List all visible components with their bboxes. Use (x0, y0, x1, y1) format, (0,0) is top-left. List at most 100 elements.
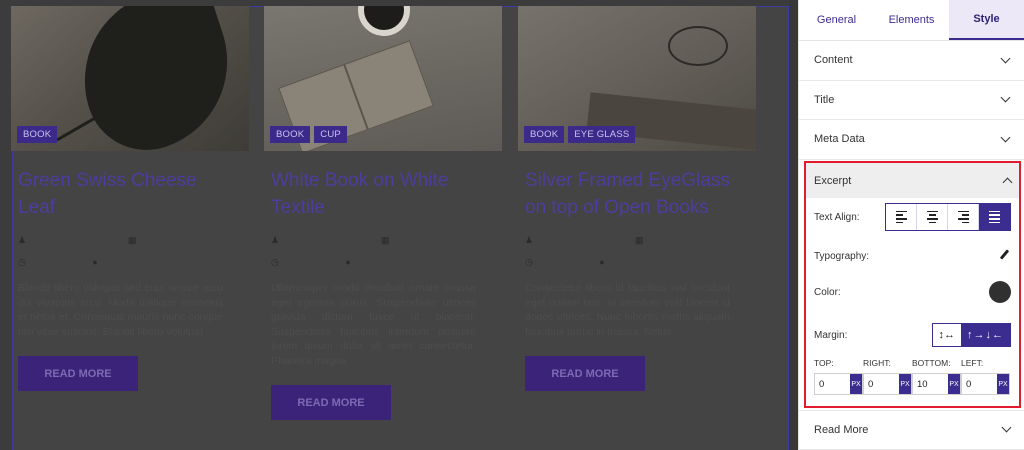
color-swatch[interactable] (989, 281, 1011, 303)
section-label: Meta Data (814, 133, 865, 146)
margin-label: Margin: (814, 329, 848, 341)
post-date: MAR 5, 2021 (142, 234, 198, 246)
clock-icon: ◷ (18, 256, 26, 267)
section-title[interactable]: Title (799, 81, 1024, 120)
post-meta-secondary: ◷ 1 MIN READ ● 0 (525, 255, 756, 269)
section-label: Excerpt (814, 174, 852, 187)
margin-row: Margin: ↕↔ ↑→↓← (806, 323, 1019, 347)
margin-bottom-input[interactable]: 10 PX (912, 373, 961, 395)
section-label: Read More (814, 423, 869, 436)
margin-left-input[interactable]: 0 PX (961, 373, 1010, 395)
post-meta: ♟ CHARLESCORMIER ▦ MAR 5, 2021 (271, 233, 502, 247)
text-align-label: Text Align: (814, 211, 860, 223)
left-label: LEFT: (961, 358, 984, 368)
excerpt-header[interactable]: Excerpt (806, 163, 1019, 198)
tag-badge[interactable]: BOOK (524, 126, 565, 143)
post-title[interactable]: Silver Framed EyeGlass on top of Open Bo… (525, 167, 740, 221)
align-center-button[interactable] (917, 204, 948, 230)
post-image[interactable]: BOOK EYE GLASS (518, 6, 756, 151)
section-label: Content (814, 54, 853, 67)
align-right-icon (957, 210, 969, 224)
post-meta: ♟ CHARLESCORMIER ▦ MAR 5, 2021 (18, 233, 249, 247)
section-content[interactable]: Content (799, 41, 1024, 81)
tag-badge[interactable]: CUP (314, 126, 347, 143)
post-card[interactable]: BOOK CUP White Book on White Textile ♟ C… (264, 6, 502, 420)
margin-bottom-value[interactable]: 10 (913, 374, 948, 394)
user-icon: ♟ (525, 234, 534, 245)
post-title[interactable]: White Book on White Textile (271, 167, 486, 221)
section-meta-data[interactable]: Meta Data (799, 120, 1024, 160)
margin-inputs: 0 PX 0 PX 10 PX 0 PX (806, 373, 1019, 395)
post-date: MAR 5, 2021 (395, 234, 451, 246)
unit-label[interactable]: PX (948, 374, 960, 394)
cup-shape (358, 6, 410, 36)
calendar-icon: ▦ (380, 234, 390, 245)
tag-badge[interactable]: BOOK (17, 126, 58, 143)
right-label: RIGHT: (863, 358, 891, 368)
margin-left-value[interactable]: 0 (962, 374, 997, 394)
glasses-shape (668, 26, 728, 66)
post-title[interactable]: Green Swiss Cheese Leaf (18, 167, 233, 221)
text-align-row: Text Align: (806, 203, 1019, 231)
post-card[interactable]: BOOK Green Swiss Cheese Leaf ♟ CHARLESCO… (11, 6, 249, 391)
post-meta-secondary: ◷ 1 MIN READ ● 0 (18, 255, 249, 269)
tab-elements[interactable]: Elements (874, 0, 949, 40)
unit-label[interactable]: PX (850, 374, 862, 394)
align-left-icon (895, 210, 907, 224)
tag-list: BOOK CUP (270, 126, 347, 143)
margin-top-value[interactable]: 0 (815, 374, 850, 394)
tag-list: BOOK (17, 126, 58, 143)
read-time: 1 MIN READ (31, 256, 87, 268)
post-date: MAR 5, 2021 (649, 234, 705, 246)
read-time: 1 MIN READ (284, 256, 340, 268)
comment-count: 0 (610, 256, 616, 268)
tab-style[interactable]: Style (949, 0, 1024, 40)
unit-label[interactable]: PX (899, 374, 911, 394)
read-more-button[interactable]: READ MORE (271, 385, 391, 420)
post-meta-secondary: ◷ 1 MIN READ ● 0 (271, 255, 502, 269)
comment-icon: ● (599, 257, 605, 267)
chevron-down-icon (1000, 53, 1011, 64)
margin-top-input[interactable]: 0 PX (814, 373, 863, 395)
text-align-group (885, 203, 1011, 231)
margin-linked-button[interactable]: ↕↔ (932, 324, 961, 346)
read-more-button[interactable]: READ MORE (18, 356, 138, 391)
post-image[interactable]: BOOK CUP (264, 6, 502, 151)
panel-tabs: General Elements Style (799, 0, 1024, 41)
comment-count: 0 (356, 256, 362, 268)
post-image[interactable]: BOOK (11, 6, 249, 151)
align-right-button[interactable] (948, 204, 979, 230)
brush-icon[interactable] (997, 249, 1011, 263)
unit-label[interactable]: PX (997, 374, 1009, 394)
user-icon: ♟ (18, 234, 27, 245)
typography-row: Typography: (806, 249, 1019, 263)
align-justify-icon (989, 210, 1000, 224)
tag-badge[interactable]: BOOK (270, 126, 311, 143)
tab-general[interactable]: General (799, 0, 874, 40)
tag-list: BOOK EYE GLASS (524, 126, 636, 143)
align-justify-button[interactable] (979, 204, 1010, 230)
chevron-down-icon (1001, 422, 1012, 433)
margin-mode-group: ↕↔ ↑→↓← (931, 323, 1011, 347)
margin-individual-button[interactable]: ↑→↓← (961, 324, 1010, 346)
align-left-button[interactable] (886, 204, 917, 230)
author-name[interactable]: CHARLESCORMIER (539, 235, 629, 246)
comment-count: 0 (103, 256, 109, 268)
read-more-button[interactable]: READ MORE (525, 356, 645, 391)
read-time: 1 MIN READ (538, 256, 594, 268)
section-read-more[interactable]: Read More (799, 410, 1024, 450)
margin-right-input[interactable]: 0 PX (863, 373, 912, 395)
author-name[interactable]: CHARLESCORMIER (32, 235, 122, 246)
bottom-label: BOTTOM: (912, 358, 951, 368)
color-row: Color: (806, 281, 1019, 303)
tag-badge[interactable]: EYE GLASS (568, 126, 636, 143)
author-name[interactable]: CHARLESCORMIER (285, 235, 375, 246)
post-excerpt: Blandit libero volutpat sed cras ornare … (18, 282, 223, 338)
align-center-icon (926, 210, 938, 224)
chevron-up-icon (1002, 177, 1013, 188)
margin-right-value[interactable]: 0 (864, 374, 899, 394)
calendar-icon: ▦ (127, 234, 137, 245)
canvas-scrollbar[interactable] (789, 0, 798, 450)
chevron-down-icon (1000, 92, 1011, 103)
post-card[interactable]: BOOK EYE GLASS Silver Framed EyeGlass on… (518, 6, 756, 391)
